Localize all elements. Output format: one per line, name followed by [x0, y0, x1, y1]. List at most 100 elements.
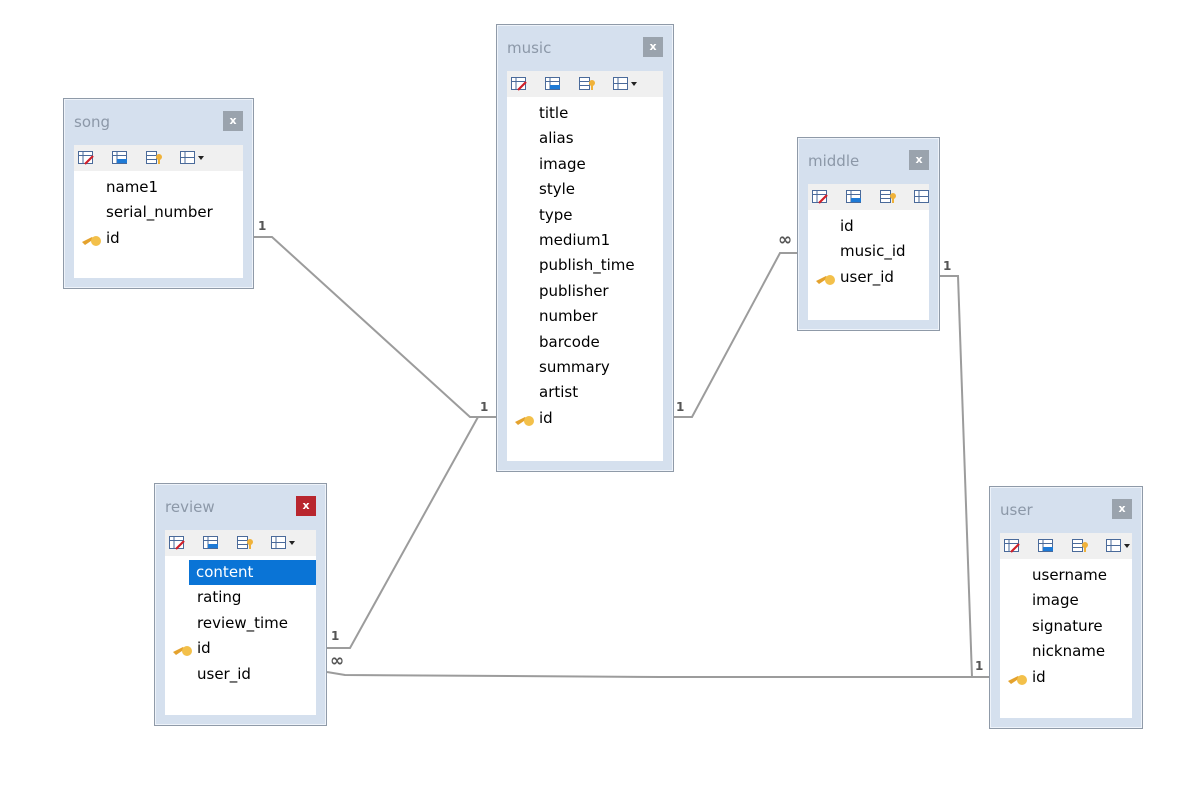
table-header[interactable]: song x — [72, 111, 243, 137]
field-row[interactable]: id — [808, 214, 929, 239]
table-header[interactable]: review x — [163, 496, 316, 522]
field-row[interactable]: signature — [1000, 614, 1132, 639]
field-row[interactable]: nickname — [1000, 639, 1132, 664]
layout-dropdown-icon[interactable] — [613, 76, 637, 90]
layout-dropdown-icon[interactable] — [1106, 538, 1130, 552]
field-row[interactable]: music_id — [808, 239, 929, 264]
edit-indexes-icon[interactable] — [237, 535, 254, 549]
edit-fields-icon[interactable] — [203, 535, 220, 549]
table-toolbar — [74, 145, 243, 171]
relation-song-music[interactable] — [254, 236, 496, 418]
table-header[interactable]: user x — [998, 499, 1132, 525]
field-row[interactable]: alias — [507, 126, 663, 151]
field-row[interactable]: publish_time — [507, 253, 663, 278]
table-body: id music_id user_id — [808, 184, 929, 320]
field-list: id music_id user_id — [808, 214, 929, 290]
edit-indexes-icon[interactable] — [146, 150, 163, 164]
relation-middle-user[interactable] — [940, 275, 989, 678]
cardinality-label: 1 — [480, 400, 489, 414]
close-button[interactable]: x — [223, 111, 243, 131]
relation-review-user[interactable] — [326, 671, 989, 678]
edit-fields-icon[interactable] — [1038, 538, 1055, 552]
field-row[interactable]: number — [507, 304, 663, 329]
table-body: username image signature nickname id — [1000, 533, 1132, 718]
field-list: title alias image style type medium1 publish_t… — [507, 101, 663, 431]
field-name: image — [1032, 591, 1079, 610]
design-table-icon[interactable] — [78, 150, 95, 165]
table-user[interactable]: user x username image signature nickname id — [989, 486, 1143, 729]
design-table-icon[interactable] — [1004, 538, 1021, 553]
design-table-icon[interactable] — [812, 189, 829, 204]
relation-review-music[interactable] — [327, 416, 496, 649]
close-button[interactable]: x — [643, 37, 663, 57]
primary-key-icon — [814, 271, 836, 285]
field-list: name1 serial_number id — [74, 175, 243, 251]
edit-indexes-icon[interactable] — [880, 189, 897, 203]
cardinality-label: 1 — [975, 659, 984, 673]
close-button[interactable]: x — [909, 150, 929, 170]
field-row[interactable]: publisher — [507, 279, 663, 304]
field-name: style — [539, 180, 575, 199]
field-name: image — [539, 154, 586, 173]
edit-fields-icon[interactable] — [545, 76, 562, 90]
field-name: id — [840, 217, 854, 235]
field-name: type — [539, 205, 573, 224]
table-header[interactable]: music x — [505, 37, 663, 63]
table-title: middle — [808, 152, 860, 170]
field-row[interactable]: username — [1000, 563, 1132, 588]
table-middle[interactable]: middle x id music_id user_id — [797, 137, 940, 331]
field-row[interactable]: type — [507, 203, 663, 228]
field-row[interactable]: review_time — [165, 611, 316, 636]
close-button[interactable]: x — [296, 496, 316, 516]
field-name: nickname — [1032, 642, 1106, 661]
field-row[interactable]: image — [507, 152, 663, 177]
table-review[interactable]: review x content rating review_time id user_… — [154, 483, 327, 726]
table-title: review — [165, 498, 215, 516]
edit-indexes-icon[interactable] — [1072, 538, 1089, 552]
relation-music-middle[interactable] — [674, 252, 797, 418]
table-song[interactable]: song x name1 serial_number id — [63, 98, 254, 289]
design-table-icon[interactable] — [169, 535, 186, 550]
field-row[interactable]: id — [165, 636, 316, 661]
field-row[interactable]: summary — [507, 355, 663, 380]
field-row[interactable]: medium1 — [507, 228, 663, 253]
field-row[interactable]: rating — [165, 585, 316, 610]
layout-dropdown-icon[interactable] — [914, 189, 929, 203]
layout-dropdown-icon[interactable] — [180, 150, 204, 164]
table-body: title alias image style type medium1 publish_t… — [507, 71, 663, 461]
field-row[interactable]: user_id — [165, 662, 316, 687]
field-row[interactable]: serial_number — [74, 200, 243, 225]
close-button[interactable]: x — [1112, 499, 1132, 519]
field-list: content rating review_time id user_id — [165, 560, 316, 687]
field-row[interactable]: title — [507, 101, 663, 126]
field-name: user_id — [197, 664, 251, 683]
field-row[interactable]: artist — [507, 380, 663, 405]
field-row[interactable]: id — [1000, 665, 1132, 690]
table-music[interactable]: music x title alias image style type medium1 p… — [496, 24, 674, 472]
table-title: user — [1000, 501, 1033, 519]
field-row[interactable]: user_id — [808, 265, 929, 290]
field-row[interactable]: image — [1000, 588, 1132, 613]
edit-fields-icon[interactable] — [112, 150, 129, 164]
field-row[interactable]: style — [507, 177, 663, 202]
field-name: artist — [539, 383, 579, 402]
field-row[interactable]: id — [507, 406, 663, 431]
field-name: content — [196, 563, 254, 581]
field-name: medium1 — [539, 230, 611, 249]
layout-dropdown-icon[interactable] — [271, 535, 295, 549]
table-header[interactable]: middle x — [806, 150, 929, 176]
field-row[interactable]: id — [74, 226, 243, 251]
primary-key-icon — [80, 232, 102, 246]
field-name: summary — [539, 357, 610, 376]
design-table-icon[interactable] — [511, 76, 528, 91]
field-name: title — [539, 104, 569, 122]
field-row[interactable]: content — [189, 560, 316, 586]
table-body: name1 serial_number id — [74, 145, 243, 278]
field-row[interactable]: name1 — [74, 175, 243, 200]
cardinality-label: 1 — [258, 219, 267, 233]
primary-key-icon — [171, 642, 193, 657]
edit-indexes-icon[interactable] — [579, 76, 596, 90]
cardinality-label: 1 — [943, 259, 952, 273]
field-row[interactable]: barcode — [507, 330, 663, 355]
edit-fields-icon[interactable] — [846, 189, 863, 203]
